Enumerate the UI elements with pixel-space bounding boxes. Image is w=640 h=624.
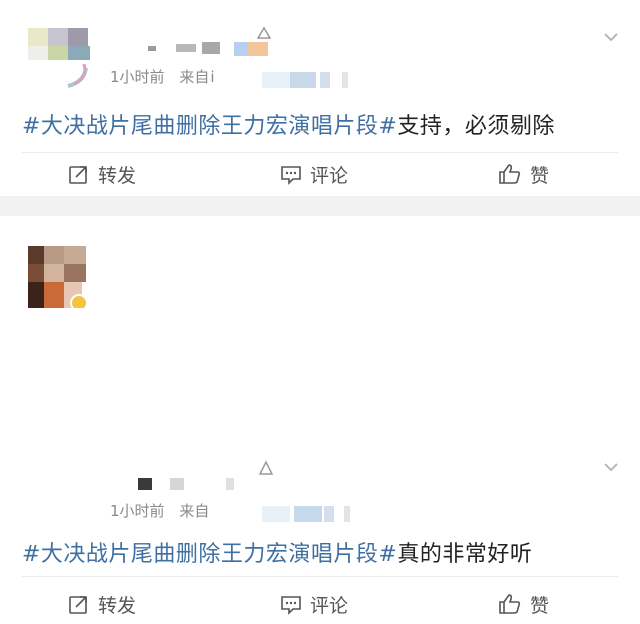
source-blurred [294,506,322,522]
avatar[interactable] [28,28,90,90]
badge-icon [258,460,274,475]
repost-icon [69,596,87,614]
post-text: #大决战片尾曲删除王力宏演唱片段#真的非常好听 [22,536,532,568]
post-body: 真的非常好听 [397,542,533,567]
comment-icon [281,166,301,185]
source-blurred [324,506,334,522]
topic-link[interactable]: #大决战片尾曲删除王力宏演唱片段# [22,114,397,139]
post-text: #大决战片尾曲删除王力宏演唱片段#支持，必须剔除 [22,108,555,140]
post-source-label: 来自 [179,502,210,520]
post-meta: 1小时前 来自 [110,500,209,521]
post-body: 支持，必须剔除 [397,114,555,139]
comment-label: 评论 [310,594,349,617]
source-blurred [262,506,290,522]
verified-badge-blurred [248,42,268,56]
post-meta: 1小时前 来自i [110,66,215,87]
divider [22,576,618,577]
comment-button[interactable]: 评论 [280,584,348,624]
verified-badge-blurred [234,42,248,56]
repost-label: 转发 [98,164,137,187]
username-blurred[interactable] [138,478,152,490]
username-blurred[interactable] [170,478,184,490]
thumbs-up-icon [499,594,521,614]
username-blurred[interactable] [226,478,234,490]
source-blurred [342,72,348,88]
source-blurred [290,72,316,88]
repost-button[interactable]: 转发 [68,154,136,194]
like-label: 赞 [530,594,550,617]
source-blurred [320,72,330,88]
repost-icon [69,166,87,184]
post-time: 1小时前 [110,502,165,520]
avatar-swirl [67,63,88,88]
comment-button[interactable]: 评论 [280,154,348,194]
source-blurred [344,506,350,522]
comment-label: 评论 [310,164,349,187]
action-bar: 转发 评论 赞 [0,584,640,624]
like-button[interactable]: 赞 [498,154,549,194]
post-separator [0,196,640,216]
thumbs-up-icon [499,164,521,184]
weibo-post-2: 1小时前 来自 #大决战片尾曲删除王力宏演唱片段#真的非常好听 转发 评论 赞 [0,216,640,617]
badge-icon [256,26,272,39]
like-label: 赞 [530,164,550,187]
like-button[interactable]: 赞 [498,584,549,624]
chevron-down-icon[interactable] [604,460,618,474]
post-source-label: 来自 [179,68,210,86]
divider [22,152,618,153]
repost-button[interactable]: 转发 [68,584,136,624]
source-blurred [262,72,290,88]
action-bar: 转发 评论 赞 [0,154,640,194]
post-time: 1小时前 [110,68,165,86]
weibo-post-1: 1小时前 来自i #大决战片尾曲删除王力宏演唱片段#支持，必须剔除 转发 评论 [0,0,640,196]
avatar[interactable] [24,246,86,308]
repost-label: 转发 [98,594,137,617]
comment-icon [281,596,301,615]
chevron-down-icon[interactable] [604,30,618,44]
username-blurred[interactable] [110,34,230,56]
post-source[interactable]: i [210,68,214,86]
topic-link[interactable]: #大决战片尾曲删除王力宏演唱片段# [22,542,397,567]
member-badge-icon [70,294,86,308]
